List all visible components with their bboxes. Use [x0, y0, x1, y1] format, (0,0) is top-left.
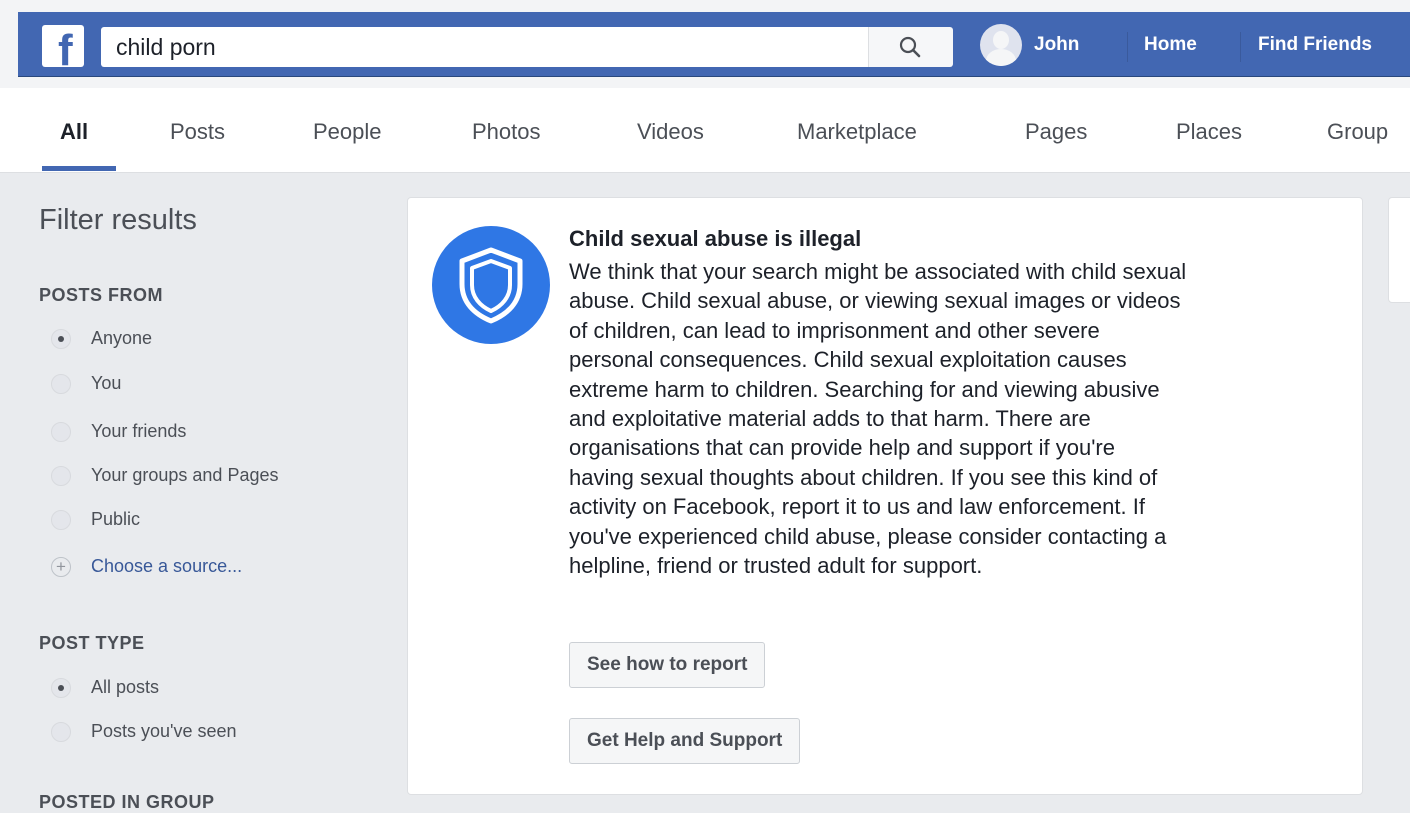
tab-videos[interactable]: Videos — [637, 119, 704, 145]
warning-line: helpline, friend or trusted adult for su… — [569, 553, 983, 579]
tab-pages[interactable]: Pages — [1025, 119, 1087, 145]
option-label: Posts you've seen — [91, 721, 237, 741]
right-column-card — [1388, 197, 1410, 303]
warning-line: of children, can lead to imprisonment an… — [569, 317, 1100, 343]
nav-home-link[interactable]: Home — [1144, 34, 1197, 56]
radio[interactable] — [51, 374, 71, 394]
tab-marketplace[interactable]: Marketplace — [797, 119, 917, 145]
facebook-logo[interactable]: f — [42, 25, 84, 67]
tab-all[interactable]: All — [60, 119, 88, 145]
warning-message: We think that your search might be assoc… — [569, 257, 1359, 580]
radio[interactable] — [51, 466, 71, 486]
tab-groups[interactable]: Group — [1327, 119, 1388, 145]
option-label: Anyone — [91, 328, 153, 348]
radio-selected[interactable] — [51, 329, 71, 349]
facebook-logo-letter: f — [58, 26, 73, 68]
top-bar: f John Home Find Friends — [0, 0, 1410, 88]
warning-line: abuse. Child sexual abuse, or viewing se… — [569, 288, 1181, 314]
post-type-heading: POST TYPE — [39, 633, 145, 653]
option-label: You — [91, 373, 122, 393]
search-button[interactable] — [868, 27, 953, 67]
warning-line: We think that your search might be assoc… — [569, 259, 1187, 284]
tab-photos[interactable]: Photos — [472, 119, 541, 145]
tab-people[interactable]: People — [313, 119, 382, 145]
warning-line: personal consequences. Child sexual expl… — [569, 347, 1127, 373]
radio[interactable] — [51, 722, 71, 742]
posts-from-heading: POSTS FROM — [39, 285, 164, 305]
option-label: Public — [91, 509, 141, 529]
warning-line: you've experienced child abuse, please c… — [569, 523, 1167, 549]
blue-navigation-bar: f John Home Find Friends — [18, 12, 1410, 77]
warning-line: organisations that can provide help and … — [569, 435, 1115, 461]
profile-name: John — [1034, 34, 1080, 55]
option-label: Your groups and Pages — [91, 465, 279, 485]
search-input[interactable] — [101, 27, 841, 67]
radio[interactable] — [51, 510, 71, 530]
warning-line: having sexual thoughts about children. I… — [569, 464, 1158, 490]
tab-places[interactable]: Places — [1176, 119, 1242, 145]
search-tabs: All Posts People Photos Videos Marketpla… — [0, 88, 1410, 173]
posted-in-group-heading: POSTED IN GROUP — [39, 792, 215, 812]
search-icon — [899, 36, 921, 58]
nav-divider — [1240, 32, 1241, 62]
warning-line: extreme harm to children. Searching for … — [569, 376, 1160, 402]
warning-card: Child sexual abuse is illegal We think t… — [407, 197, 1363, 795]
radio-selected[interactable] — [51, 678, 71, 698]
search-box — [101, 27, 871, 67]
tab-posts[interactable]: Posts — [170, 119, 225, 145]
shield-badge — [432, 226, 550, 344]
plus-icon: + — [51, 557, 71, 577]
radio[interactable] — [51, 422, 71, 442]
choose-source-label: Choose a source... — [91, 556, 243, 576]
active-tab-indicator — [42, 166, 116, 171]
get-help-and-support-button[interactable]: Get Help and Support — [569, 718, 801, 764]
filter-title: Filter results — [39, 204, 197, 236]
warning-title: Child sexual abuse is illegal — [569, 226, 862, 251]
warning-line: activity on Facebook, report it to us an… — [569, 494, 1145, 520]
warning-line: and exploitative material adds to that h… — [569, 406, 1091, 432]
avatar — [980, 24, 1022, 66]
nav-find-friends-link[interactable]: Find Friends — [1258, 34, 1372, 56]
option-label: All posts — [91, 677, 160, 697]
nav-divider — [1127, 32, 1128, 62]
option-label: Your friends — [91, 421, 187, 441]
shield-icon — [459, 247, 523, 324]
see-how-to-report-button[interactable]: See how to report — [569, 642, 766, 688]
